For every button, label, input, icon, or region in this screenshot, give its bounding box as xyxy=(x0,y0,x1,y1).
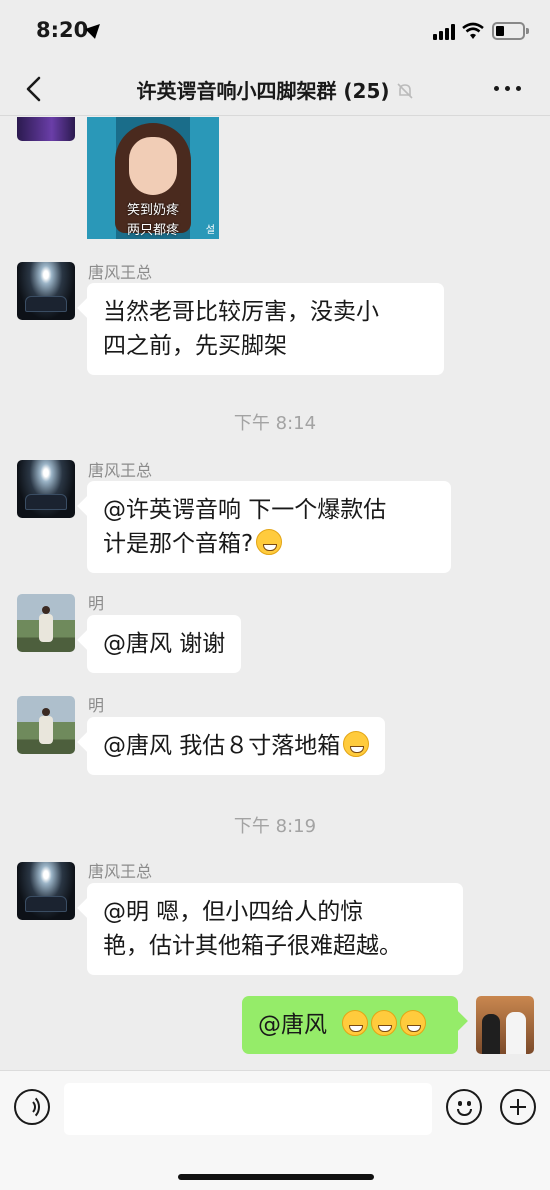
sender-name: 唐风王总 xyxy=(88,461,153,480)
message-line: @明 嗯，但小四给人的惊 xyxy=(103,899,364,925)
avatar[interactable] xyxy=(17,862,75,920)
message-line: 四之前，先买脚架 xyxy=(103,333,287,359)
avatar[interactable] xyxy=(17,262,75,320)
rolling-laugh-emoji-icon xyxy=(371,1010,398,1036)
own-message-bubble[interactable]: @唐风 xyxy=(242,996,458,1054)
message-input[interactable] xyxy=(64,1083,432,1135)
more-dots-icon[interactable] xyxy=(494,86,522,92)
timestamp: 下午 8:14 xyxy=(233,413,317,434)
message-bubble[interactable]: @唐风 我估８寸落地箱 xyxy=(87,717,386,775)
chat-header: 许英谔音响小四脚架群 (25) xyxy=(0,62,550,116)
message-bubble[interactable]: @许英谔音响 下一个爆款估 计是那个音箱? xyxy=(87,481,451,573)
status-bar: 8:20 xyxy=(0,0,550,62)
message-bubble[interactable]: @唐风 谢谢 xyxy=(87,615,242,673)
message-text: @唐风 谢谢 xyxy=(103,631,226,657)
message-text: @唐风 xyxy=(258,1012,327,1038)
tears-of-joy-emoji-icon xyxy=(342,1010,369,1036)
smile-emoji-icon xyxy=(256,529,283,555)
sender-name: 唐风王总 xyxy=(88,862,153,881)
avatar[interactable] xyxy=(17,696,75,754)
avatar[interactable] xyxy=(17,594,75,652)
plus-icon[interactable] xyxy=(500,1089,536,1125)
sticker-message[interactable]: 笑到奶疼 两只都疼 설 xyxy=(87,117,219,239)
message-text: @唐风 我估８寸落地箱 xyxy=(103,733,341,759)
sticker-caption-line2: 两只都疼 xyxy=(126,223,179,238)
cellular-signal-icon xyxy=(433,24,455,40)
own-avatar[interactable] xyxy=(476,996,534,1054)
home-indicator[interactable] xyxy=(178,1174,374,1180)
message-list[interactable]: 笑到奶疼 两只都疼 설 唐风王总 当然老哥比较厉害，没卖小 四之前，先买脚架 下… xyxy=(0,117,550,1070)
message-line: 计是那个音箱? xyxy=(103,531,254,557)
sticker-watermark: 설 xyxy=(205,225,215,236)
grin-emoji-icon xyxy=(400,1010,427,1036)
sender-name: 明 xyxy=(88,696,105,715)
wifi-icon xyxy=(462,22,484,39)
grin-emoji-icon xyxy=(343,731,370,757)
image-message-thumbnail[interactable] xyxy=(17,117,75,141)
message-bubble[interactable]: @明 嗯，但小四给人的惊 艳，估计其他箱子很难超越。 xyxy=(87,883,463,975)
bell-slash-icon xyxy=(396,83,413,99)
sender-name: 唐风王总 xyxy=(88,263,153,282)
smiley-icon[interactable] xyxy=(446,1089,482,1125)
avatar[interactable] xyxy=(17,460,75,518)
message-line: 艳，估计其他箱子很难超越。 xyxy=(103,933,402,959)
timestamp: 下午 8:19 xyxy=(233,816,317,837)
battery-icon xyxy=(492,22,529,40)
message-bubble[interactable]: 当然老哥比较厉害，没卖小 四之前，先买脚架 xyxy=(87,283,444,375)
voice-icon[interactable] xyxy=(14,1089,50,1125)
message-line: 当然老哥比较厉害，没卖小 xyxy=(103,299,379,325)
input-bar xyxy=(0,1070,550,1190)
sticker-caption-line1: 笑到奶疼 xyxy=(126,203,179,218)
group-name: 许英谔音响小四脚架群 (25) xyxy=(136,79,390,103)
chat-title: 许英谔音响小四脚架群 (25) xyxy=(0,75,550,104)
message-line: @许英谔音响 下一个爆款估 xyxy=(103,497,387,523)
status-time: 8:20 xyxy=(36,18,89,42)
sender-name: 明 xyxy=(88,594,105,613)
